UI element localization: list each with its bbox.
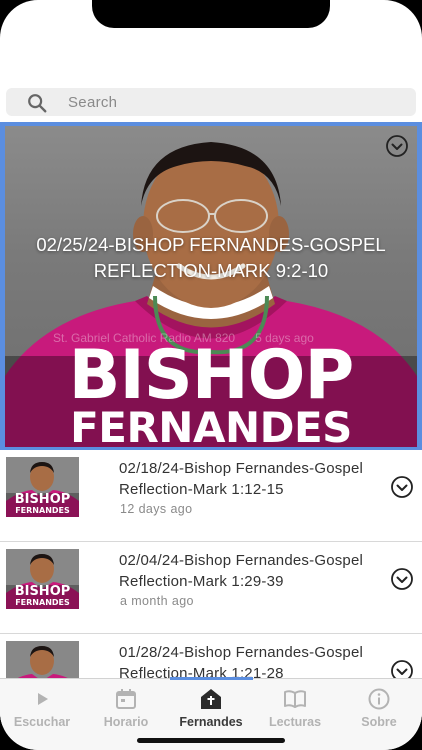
thumb-logo-line2: FERNANDES <box>15 506 70 515</box>
episode-time: a month ago <box>120 594 194 608</box>
tab-lecturas[interactable]: Lecturas <box>253 683 337 729</box>
tab-label: Fernandes <box>179 715 243 729</box>
tab-escuchar[interactable]: Escuchar <box>0 683 84 729</box>
episode-thumbnail: BISHOP FERNANDES <box>6 549 79 609</box>
episode-title: 02/18/24-Bishop Fernandes-Gospel Reflect… <box>119 460 364 498</box>
featured-artwork: BISHOP FERNANDES 02/25/24-BISHOP FERNAND… <box>5 126 417 447</box>
church-icon <box>201 689 221 709</box>
home-indicator[interactable] <box>137 738 285 743</box>
tab-label: Escuchar <box>13 715 71 729</box>
info-icon <box>368 688 390 710</box>
featured-logo-line1: BISHOP <box>68 336 355 415</box>
app-screen: Search BISHOP FERNANDES 02/25/24-BISHOP … <box>0 0 422 750</box>
tab-fernandes[interactable]: Fernandes <box>169 683 253 729</box>
thumb-logo-line1: BISHOP <box>14 584 71 599</box>
play-icon <box>38 693 48 705</box>
device-notch <box>92 0 330 28</box>
tab-label: Sobre <box>361 715 397 729</box>
featured-title: 02/25/24-BISHOP FERNANDES-GOSPEL REFLECT… <box>36 234 386 281</box>
featured-meta: St. Gabriel Catholic Radio AM 820 5 days… <box>53 331 314 345</box>
active-tab-indicator <box>170 677 253 680</box>
tab-horario[interactable]: Horario <box>84 683 168 729</box>
featured-episode[interactable]: BISHOP FERNANDES 02/25/24-BISHOP FERNAND… <box>0 122 422 450</box>
featured-logo-line2: FERNANDES <box>70 403 352 448</box>
download-circle-icon[interactable] <box>390 475 414 499</box>
episode-thumbnail: BISHOP FERNANDES <box>6 457 79 517</box>
episode-title: 02/04/24-Bishop Fernandes-Gospel Reflect… <box>119 552 364 590</box>
list-item[interactable]: BISHOP FERNANDES 02/04/24-Bishop Fernand… <box>0 542 422 634</box>
search-icon <box>28 94 47 113</box>
tab-label: Lecturas <box>268 715 322 729</box>
tab-label: Horario <box>103 715 149 729</box>
search-input[interactable]: Search <box>68 94 117 111</box>
book-icon <box>284 690 306 708</box>
download-circle-icon[interactable] <box>390 567 414 591</box>
tab-sobre[interactable]: Sobre <box>337 683 421 729</box>
featured-time: 5 days ago <box>255 331 314 345</box>
featured-station: St. Gabriel Catholic Radio AM 820 <box>53 331 236 345</box>
thumb-logo-line1: BISHOP <box>14 492 71 507</box>
search-bar[interactable]: Search <box>6 88 416 116</box>
thumb-logo-line2: FERNANDES <box>15 598 70 607</box>
list-item[interactable]: BISHOP FERNANDES 02/18/24-Bishop Fernand… <box>0 450 422 542</box>
download-circle-icon[interactable] <box>385 134 409 158</box>
calendar-icon <box>116 689 136 709</box>
episode-time: 12 days ago <box>120 502 193 516</box>
